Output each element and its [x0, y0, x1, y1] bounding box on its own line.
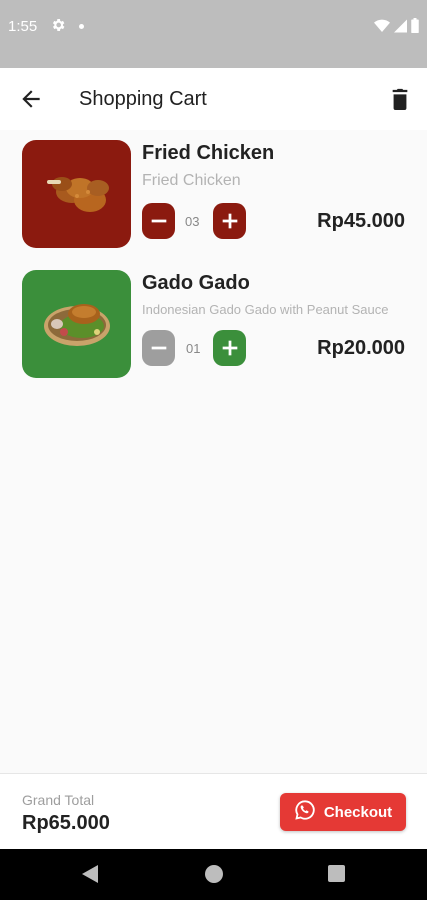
checkout-button[interactable]: Checkout [280, 793, 406, 831]
nav-recents-icon[interactable] [328, 865, 345, 882]
notification-dot-icon [79, 24, 84, 29]
nav-home-icon[interactable] [205, 865, 223, 883]
grand-total-label: Grand Total [22, 792, 95, 808]
arrow-left-icon[interactable] [18, 86, 44, 112]
item-name: Gado Gado [142, 272, 250, 294]
item-name: Fried Chicken [142, 142, 275, 164]
system-icons [374, 18, 419, 38]
plus-icon [222, 213, 237, 229]
checkout-label: Checkout [323, 803, 393, 821]
minus-icon [151, 346, 166, 350]
gear-icon [50, 17, 66, 38]
wifi-icon [374, 19, 390, 38]
plus-icon [222, 340, 237, 356]
navigation-bar [0, 849, 427, 900]
decrease-quantity-button[interactable] [142, 203, 175, 239]
nav-back-icon[interactable] [82, 865, 98, 888]
item-price: Rp45.000 [317, 210, 405, 232]
page-title: Shopping Cart [79, 88, 207, 110]
app-bar: Shopping Cart [0, 68, 427, 130]
increase-quantity-button[interactable] [213, 330, 246, 366]
increase-quantity-button[interactable] [213, 203, 246, 239]
trash-icon[interactable] [389, 86, 411, 112]
decrease-quantity-button[interactable] [142, 330, 175, 366]
status-time: 1:55 [8, 18, 38, 35]
quantity-value: 01 [186, 341, 201, 356]
cart-item: Gado Gado Indonesian Gado Gado with Pean… [0, 270, 427, 380]
minus-icon [151, 219, 166, 223]
quantity-value: 03 [185, 214, 200, 229]
item-description: Fried Chicken [142, 172, 241, 189]
fried-chicken-image [22, 140, 131, 248]
item-description: Indonesian Gado Gado with Peanut Sauce [142, 302, 389, 317]
item-price: Rp20.000 [317, 337, 405, 359]
cart-item: Fried Chicken Fried Chicken 03 Rp45.000 [0, 140, 427, 250]
status-bar: 1:55 [0, 0, 427, 68]
checkout-bar: Grand Total Rp65.000 Checkout [0, 773, 427, 849]
whatsapp-icon [294, 799, 316, 826]
signal-icon [394, 19, 407, 38]
grand-total-value: Rp65.000 [22, 812, 110, 834]
battery-icon [411, 18, 419, 38]
gado-gado-image [22, 270, 131, 378]
